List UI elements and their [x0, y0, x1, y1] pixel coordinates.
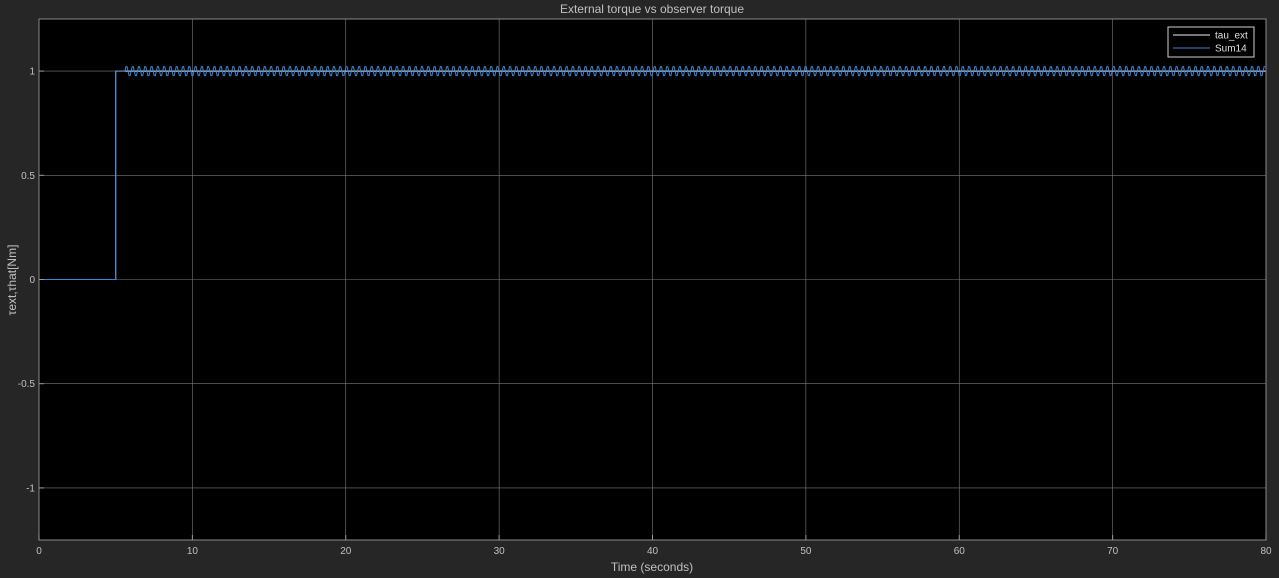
y-tick-label: 0	[29, 275, 35, 286]
x-tick-label: 20	[340, 546, 352, 557]
chart-title: External torque vs observer torque	[560, 2, 744, 16]
x-tick-label: 10	[187, 546, 199, 557]
x-tick-label: 40	[647, 546, 659, 557]
x-tick-label: 0	[36, 546, 42, 557]
x-tick-label: 50	[800, 546, 812, 557]
y-tick-label: -0.5	[18, 379, 36, 390]
x-tick-label: 80	[1260, 546, 1272, 557]
x-axis-label: Time (seconds)	[611, 560, 693, 574]
y-tick-label: 1	[29, 67, 35, 78]
legend-label-sum14: Sum14	[1215, 44, 1247, 55]
y-tick-label: -1	[26, 483, 35, 494]
legend[interactable]: tau_ext Sum14	[1167, 26, 1255, 58]
x-tick-label: 30	[494, 546, 506, 557]
legend-label-tau-ext: tau_ext	[1215, 31, 1248, 42]
x-tick-label: 60	[954, 546, 966, 557]
chart-figure: 0 10 20 30 40 50 60 70 80 -1 -0.5 0 0.5 1 External to…	[5, 2, 1272, 574]
y-axis-label: τext,τhat[Nm]	[5, 245, 19, 316]
x-tick-label: 70	[1107, 546, 1119, 557]
y-tick-label: 0.5	[21, 171, 35, 182]
